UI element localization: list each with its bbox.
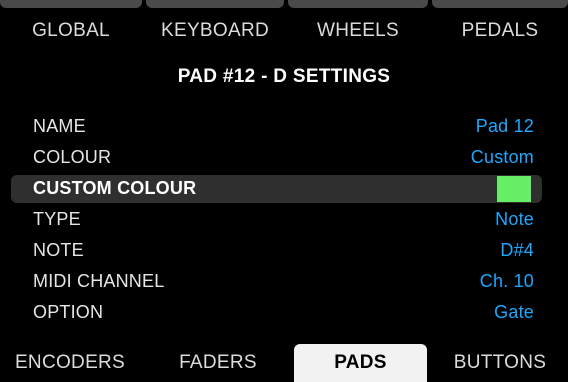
- setting-row-type[interactable]: TYPE Note: [0, 204, 568, 235]
- setting-value: D#4: [500, 240, 534, 260]
- tab-indicator: [432, 0, 568, 8]
- tab-indicator: [288, 0, 428, 8]
- setting-value: Ch. 10: [479, 271, 534, 291]
- tab-label: WHEELS: [316, 20, 400, 41]
- setting-label: NOTE: [33, 240, 84, 260]
- setting-value: Gate: [494, 302, 534, 322]
- tab-pedals[interactable]: PEDALS: [432, 0, 568, 52]
- tab-indicator: [146, 0, 284, 8]
- setting-value: Pad 12: [475, 116, 534, 136]
- setting-row-midi-channel[interactable]: MIDI CHANNEL Ch. 10: [0, 266, 568, 297]
- tab-buttons[interactable]: BUTTONS: [432, 344, 568, 382]
- top-tab-bar: GLOBAL KEYBOARD WHEELS PEDALS: [0, 0, 568, 52]
- setting-label: MIDI CHANNEL: [33, 271, 165, 291]
- colour-swatch[interactable]: [497, 176, 531, 202]
- setting-label: OPTION: [33, 302, 104, 322]
- setting-label: CUSTOM COLOUR: [33, 178, 197, 198]
- settings-list: NAME Pad 12 COLOUR Custom CUSTOM COLOUR …: [0, 111, 568, 328]
- setting-label: TYPE: [33, 209, 81, 229]
- tab-keyboard[interactable]: KEYBOARD: [146, 0, 284, 52]
- tab-global[interactable]: GLOBAL: [0, 0, 142, 52]
- tab-wheels[interactable]: WHEELS: [288, 0, 428, 52]
- setting-row-option[interactable]: OPTION Gate: [0, 297, 568, 328]
- setting-row-name[interactable]: NAME Pad 12: [0, 111, 568, 142]
- tab-label: PEDALS: [461, 20, 539, 41]
- setting-row-custom-colour[interactable]: CUSTOM COLOUR: [0, 173, 568, 204]
- pad-settings-screen: GLOBAL KEYBOARD WHEELS PEDALS PAD #12 - …: [0, 0, 568, 382]
- page-title: PAD #12 - D SETTINGS: [177, 66, 391, 87]
- setting-label: COLOUR: [33, 147, 112, 167]
- setting-value: Note: [495, 209, 534, 229]
- setting-value: Custom: [470, 147, 534, 167]
- tab-pads[interactable]: PADS: [294, 344, 427, 382]
- tab-faders[interactable]: FADERS: [148, 344, 288, 382]
- setting-row-note[interactable]: NOTE D#4: [0, 235, 568, 266]
- tab-label: KEYBOARD: [161, 20, 269, 41]
- tab-indicator: [0, 0, 142, 8]
- tab-encoders[interactable]: ENCODERS: [0, 344, 140, 382]
- setting-label: NAME: [33, 116, 86, 136]
- setting-row-colour[interactable]: COLOUR Custom: [0, 142, 568, 173]
- bottom-tab-bar: ENCODERS FADERS PADS BUTTONS: [0, 344, 568, 382]
- tab-label: GLOBAL: [32, 20, 110, 41]
